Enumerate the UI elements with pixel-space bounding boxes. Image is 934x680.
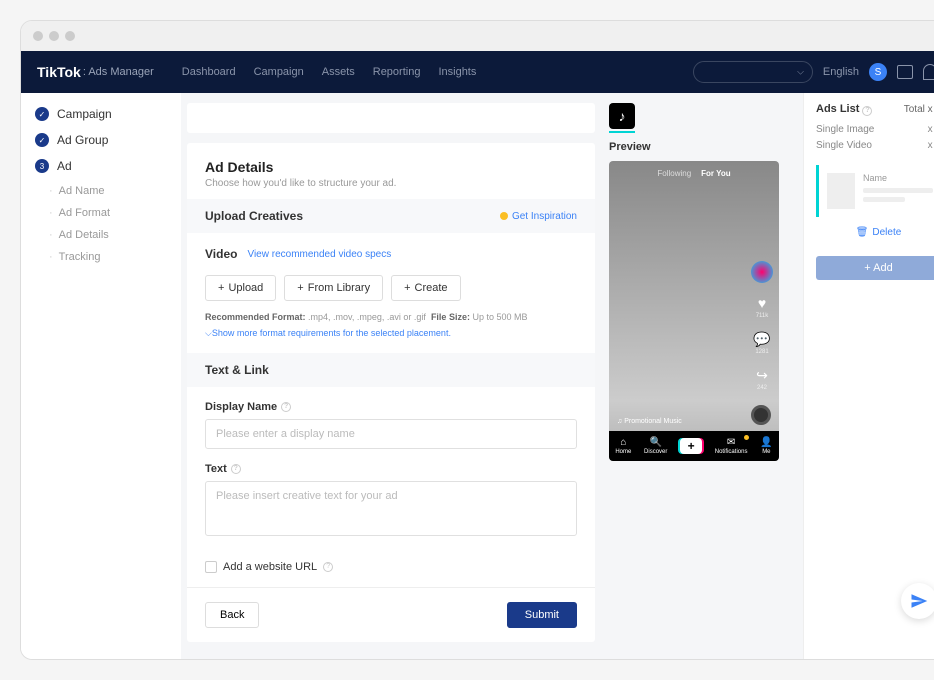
ads-row-video: Single Videox 0: [816, 140, 934, 151]
music-label: Promotional Music: [617, 418, 682, 425]
display-name-label: Display Name: [205, 401, 277, 413]
comment-icon: 💬: [753, 331, 771, 349]
display-name-input[interactable]: [205, 419, 577, 449]
share-icon: ↪: [753, 367, 771, 385]
add-ad-button[interactable]: + Add: [816, 256, 934, 280]
url-checkbox[interactable]: [205, 561, 217, 573]
tiktok-logo-icon[interactable]: ♪: [609, 103, 635, 129]
substep-addetails[interactable]: Ad Details: [49, 229, 167, 241]
create-button[interactable]: + Create: [391, 275, 460, 301]
from-library-button[interactable]: + From Library: [284, 275, 383, 301]
nav-me-icon: 👤Me: [760, 437, 772, 455]
preview-tab-following[interactable]: Following: [657, 169, 691, 178]
preview-column: ♪ Preview Following For You ♥ 711k: [609, 103, 789, 649]
card-placeholder-top: [187, 103, 595, 133]
info-icon[interactable]: ?: [862, 106, 872, 116]
ads-list-sidebar: Ads List ? Total x 0 Single Imagex 0 Sin…: [803, 93, 934, 659]
left-sidebar: Campaign Ad Group 3 Ad Ad Name Ad Format…: [21, 93, 181, 659]
substep-adname[interactable]: Ad Name: [49, 185, 167, 197]
ad-placeholder-card[interactable]: Name: [816, 165, 934, 217]
ads-row-image: Single Imagex 0: [816, 124, 934, 135]
phone-preview: Following For You ♥ 711k 💬 1281: [609, 161, 779, 461]
send-icon: [910, 592, 928, 610]
step-number: 3: [35, 159, 49, 173]
account-dropdown[interactable]: [693, 61, 813, 83]
ad-details-card: Ad Details Choose how you'd like to stru…: [187, 143, 595, 642]
step-campaign[interactable]: Campaign: [35, 107, 167, 121]
placeholder-name-label: Name: [863, 173, 933, 183]
music-disc-icon: [751, 405, 771, 425]
nav-menu: Dashboard Campaign Assets Reporting Insi…: [182, 66, 477, 78]
user-avatar[interactable]: S: [869, 63, 887, 81]
shares-count: 242: [753, 385, 771, 391]
inbox-icon[interactable]: [897, 65, 913, 79]
ads-list-title: Ads List: [816, 103, 859, 115]
check-icon: [35, 133, 49, 147]
bulb-icon: [500, 212, 508, 220]
step-label: Campaign: [57, 107, 112, 121]
brand-logo: TikTok: [37, 64, 81, 80]
upload-button[interactable]: + Upload: [205, 275, 276, 301]
chrome-close[interactable]: [33, 31, 43, 41]
nav-assets[interactable]: Assets: [322, 66, 355, 78]
info-icon[interactable]: ?: [231, 464, 241, 474]
video-label: Video: [205, 247, 237, 261]
placeholder-line: [863, 188, 933, 193]
nav-notif-icon: ✉Notifications: [715, 437, 748, 455]
nav-create-icon: +: [680, 438, 702, 454]
nav-discover-icon: 🔍Discover: [644, 437, 667, 455]
step-label: Ad: [57, 159, 72, 173]
likes-count: 711k: [753, 313, 771, 319]
total-count: Total x 0: [904, 104, 934, 115]
brand-sub: : Ads Manager: [83, 66, 154, 78]
browser-chrome: [21, 21, 934, 51]
check-icon: [35, 107, 49, 121]
substep-adformat[interactable]: Ad Format: [49, 207, 167, 219]
page-subtitle: Choose how you'd like to structure your …: [205, 178, 577, 189]
text-link-section-title: Text & Link: [205, 363, 269, 377]
delete-ad-link[interactable]: 🗑 Delete: [816, 227, 934, 238]
nav-reporting[interactable]: Reporting: [373, 66, 421, 78]
top-nav: TikTok : Ads Manager Dashboard Campaign …: [21, 51, 934, 93]
text-label: Text: [205, 463, 227, 475]
get-inspiration-link[interactable]: Get Inspiration: [500, 211, 577, 222]
info-icon[interactable]: ?: [281, 402, 291, 412]
preview-tab-foryou[interactable]: For You: [701, 169, 730, 178]
submit-button[interactable]: Submit: [507, 602, 577, 628]
preview-label: Preview: [609, 141, 789, 153]
preview-avatar-icon: [751, 261, 773, 283]
language-selector[interactable]: English: [823, 66, 859, 78]
chrome-minimize[interactable]: [49, 31, 59, 41]
info-icon[interactable]: ?: [323, 562, 333, 572]
nav-home-icon: ⌂Home: [615, 437, 631, 455]
preview-tab-underline: [609, 131, 635, 133]
comments-count: 1281: [753, 349, 771, 355]
url-checkbox-label: Add a website URL: [223, 561, 317, 573]
step-ad[interactable]: 3 Ad: [35, 159, 167, 173]
substep-tracking[interactable]: Tracking: [49, 251, 167, 263]
help-fab[interactable]: [901, 583, 934, 619]
placeholder-line: [863, 197, 905, 202]
step-label: Ad Group: [57, 133, 108, 147]
show-more-link[interactable]: ⌵Show more format requirements for the s…: [205, 328, 577, 339]
nav-insights[interactable]: Insights: [438, 66, 476, 78]
phone-bottom-nav: ⌂Home 🔍Discover + ✉Notifications 👤Me: [609, 431, 779, 461]
back-button[interactable]: Back: [205, 602, 259, 628]
video-specs-link[interactable]: View recommended video specs: [247, 249, 391, 260]
trash-icon: 🗑: [856, 227, 869, 238]
page-title: Ad Details: [205, 159, 577, 175]
ad-text-input[interactable]: [205, 481, 577, 536]
format-requirements: Recommended Format: .mp4, .mov, .mpeg, .…: [205, 311, 577, 325]
heart-icon: ♥: [753, 295, 771, 313]
placeholder-thumb: [827, 173, 855, 209]
nav-campaign[interactable]: Campaign: [254, 66, 304, 78]
nav-dashboard[interactable]: Dashboard: [182, 66, 236, 78]
step-adgroup[interactable]: Ad Group: [35, 133, 167, 147]
chrome-maximize[interactable]: [65, 31, 75, 41]
upload-section-title: Upload Creatives: [205, 209, 303, 223]
notification-icon[interactable]: [923, 64, 934, 80]
